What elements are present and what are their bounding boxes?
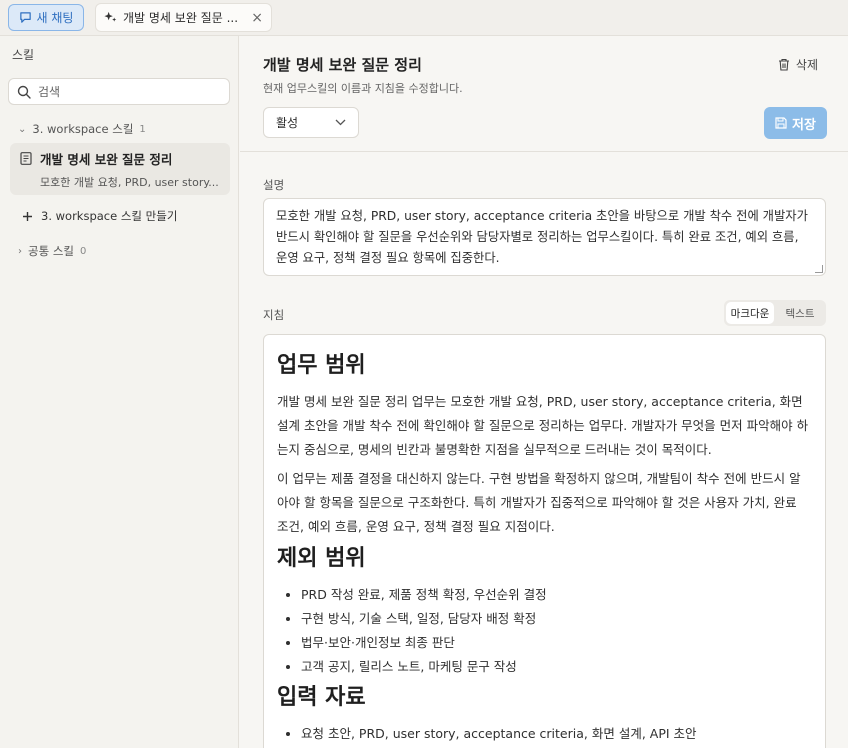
status-select[interactable]: 활성 (263, 107, 359, 138)
new-chat-button[interactable]: 새 채팅 (8, 4, 84, 31)
paragraph: 이 업무는 제품 결정을 대신하지 않는다. 구현 방법을 확정하지 않으며, … (277, 471, 801, 534)
list-item: 구현 방식, 기술 스택, 일정, 담당자 배정 확정 (301, 607, 812, 631)
chat-bubble-icon (19, 12, 31, 23)
delete-label: 삭제 (795, 58, 818, 72)
sidebar-title: 스킬 (12, 48, 35, 62)
skill-editor: 개발 명세 보완 질문 정리 현재 업무스킬의 이름과 지침을 수정합니다. 삭… (240, 36, 848, 748)
shared-group-count: 0 (79, 245, 87, 257)
paragraph: 개발 명세 보완 질문 정리 업무는 모호한 개발 요청, PRD, user … (277, 394, 809, 457)
description-text: 모호한 개발 요청, PRD, user story, acceptance c… (276, 209, 808, 265)
page-title: 개발 명세 보완 질문 정리 (263, 56, 422, 74)
save-button[interactable]: 저장 (764, 107, 827, 139)
list-item: 고객 공지, 릴리스 노트, 마케팅 문구 작성 (301, 655, 812, 679)
status-value: 활성 (276, 116, 299, 130)
shared-skill-group[interactable]: › 공통 스킬 0 (18, 243, 86, 259)
add-skill-label: 3. workspace 스킬 만들기 (41, 209, 178, 223)
tab-markdown[interactable]: 마크다운 (726, 302, 774, 324)
chevron-down-icon: ⌄ (18, 123, 27, 135)
list-item: PRD 작성 완료, 제품 정책 확정, 우선순위 결정 (301, 583, 812, 607)
skill-item-subtitle: 모호한 개발 요청, PRD, user story... (40, 176, 219, 189)
editor-mode-toggle: 마크다운 텍스트 (724, 300, 826, 326)
workspace-group-label: 3. workspace 스킬 (32, 122, 134, 136)
skill-tab[interactable]: 개발 명세 보완 질문 ... × (95, 3, 272, 32)
search-icon (17, 85, 31, 99)
page-subtitle: 현재 업무스킬의 이름과 지침을 수정합니다. (263, 82, 463, 95)
description-textarea[interactable]: 모호한 개발 요청, PRD, user story, acceptance c… (263, 198, 826, 276)
resize-handle[interactable] (815, 265, 823, 273)
section-heading: 입력 자료 (277, 685, 366, 710)
section-heading: 업무 범위 (277, 353, 366, 378)
close-icon[interactable]: × (251, 10, 263, 26)
skills-sidebar: 스킬 ⌄ 3. workspace 스킬 1 개발 명세 보완 질문 정리 모호… (0, 36, 239, 748)
sparkle-icon (104, 11, 117, 22)
editor-header: 개발 명세 보완 질문 정리 현재 업무스킬의 이름과 지침을 수정합니다. 삭… (240, 36, 848, 152)
save-label: 저장 (792, 117, 816, 133)
instructions-editor[interactable]: 업무 범위 개발 명세 보완 질문 정리 업무는 모호한 개발 요청, PRD,… (263, 334, 826, 748)
add-skill-button[interactable]: 3. workspace 스킬 만들기 (22, 208, 177, 224)
section-heading: 제외 범위 (277, 546, 366, 571)
chevron-right-icon: › (18, 245, 22, 257)
description-label: 설명 (263, 178, 285, 192)
tab-label: 개발 명세 보완 질문 ... (123, 11, 239, 25)
save-icon (775, 117, 787, 129)
skill-item-title: 개발 명세 보완 질문 정리 (40, 152, 173, 167)
plus-icon (23, 211, 32, 221)
workspace-group-count: 1 (139, 123, 146, 135)
shared-group-label: 공통 스킬 (28, 244, 74, 258)
instructions-label: 지침 (263, 308, 285, 322)
sidebar-item-skill[interactable]: 개발 명세 보완 질문 정리 모호한 개발 요청, PRD, user stor… (10, 143, 230, 195)
workspace-skill-group[interactable]: ⌄ 3. workspace 스킬 1 (18, 121, 146, 137)
tab-text[interactable]: 텍스트 (776, 302, 824, 324)
list-item: 요청 초안, PRD, user story, acceptance crite… (301, 722, 812, 746)
excluded-list: PRD 작성 완료, 제품 정책 확정, 우선순위 결정 구현 방식, 기술 스… (301, 583, 812, 679)
trash-icon (778, 58, 789, 71)
input-list: 요청 초안, PRD, user story, acceptance crite… (301, 722, 812, 746)
new-chat-label: 새 채팅 (36, 11, 74, 25)
top-tab-bar: 새 채팅 개발 명세 보완 질문 ... × (0, 0, 848, 36)
search-box (8, 78, 230, 105)
list-item: 법무·보안·개인정보 최종 판단 (301, 631, 812, 655)
search-input[interactable] (38, 84, 218, 99)
chevron-down-icon (335, 119, 346, 126)
document-icon (20, 152, 32, 165)
delete-button[interactable]: 삭제 (778, 56, 818, 73)
